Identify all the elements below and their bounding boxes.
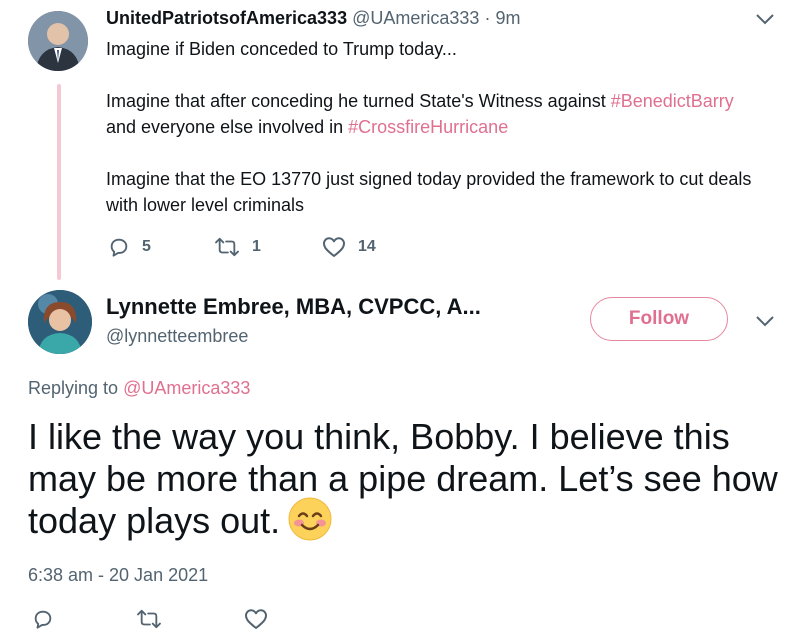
reply-text: I like the way you think, Bobby. I belie… [28, 416, 788, 545]
chevron-down-icon[interactable] [755, 12, 775, 31]
thread-connector-line [57, 84, 61, 280]
tweet-line: Imagine that the EO 13770 just signed to… [106, 169, 752, 215]
like-button[interactable] [244, 608, 268, 635]
author-name[interactable]: UnitedPatriotsofAmerica333 [106, 8, 347, 28]
retweet-icon [137, 609, 161, 629]
heart-icon [245, 609, 267, 629]
retweet-button[interactable] [136, 608, 162, 635]
reply-icon [34, 610, 52, 629]
retweet-count: 1 [252, 238, 261, 255]
author-handle[interactable]: @lynnetteembree [106, 326, 248, 347]
tweet-header: UnitedPatriotsofAmerica333 @UAmerica333 … [106, 8, 520, 29]
person-avatar-icon [28, 290, 92, 354]
tweet-line: Imagine if Biden conceded to Trump today… [106, 39, 457, 59]
retweet-icon [215, 237, 239, 257]
reply-button[interactable] [32, 608, 54, 635]
retweet-button[interactable]: 1 [214, 236, 261, 258]
tweet-timestamp[interactable]: 6:38 am - 20 Jan 2021 [28, 565, 208, 586]
tweet-text: Imagine if Biden conceded to Trump today… [106, 36, 756, 218]
author-handle[interactable]: @UAmerica333 [352, 8, 479, 28]
reply-icon [110, 238, 128, 257]
chevron-down-icon[interactable] [755, 314, 775, 333]
reply-body: I like the way you think, Bobby. I belie… [28, 416, 778, 541]
avatar[interactable] [28, 11, 88, 71]
smiling-face-emoji-icon [288, 497, 332, 541]
replying-to: Replying to @UAmerica333 [28, 378, 251, 398]
hashtag-link[interactable]: #CrossfireHurricane [348, 117, 508, 137]
avatar[interactable] [28, 290, 92, 354]
separator-dot: · [484, 8, 491, 28]
reply-count: 5 [142, 238, 151, 255]
tweet-line: Imagine that after conceding he turned S… [106, 91, 734, 137]
author-name[interactable]: Lynnette Embree, MBA, CVPCC, A... [106, 294, 481, 320]
mention-link[interactable]: @UAmerica333 [123, 378, 250, 398]
follow-button[interactable]: Follow [590, 297, 728, 341]
hashtag-link[interactable]: #BenedictBarry [611, 91, 734, 111]
heart-icon [323, 237, 345, 257]
reply-button[interactable]: 5 [108, 236, 151, 258]
like-button[interactable]: 14 [322, 236, 376, 258]
like-count: 14 [358, 238, 376, 255]
tweet-time[interactable]: 9m [495, 8, 520, 28]
person-avatar-icon [28, 11, 88, 71]
